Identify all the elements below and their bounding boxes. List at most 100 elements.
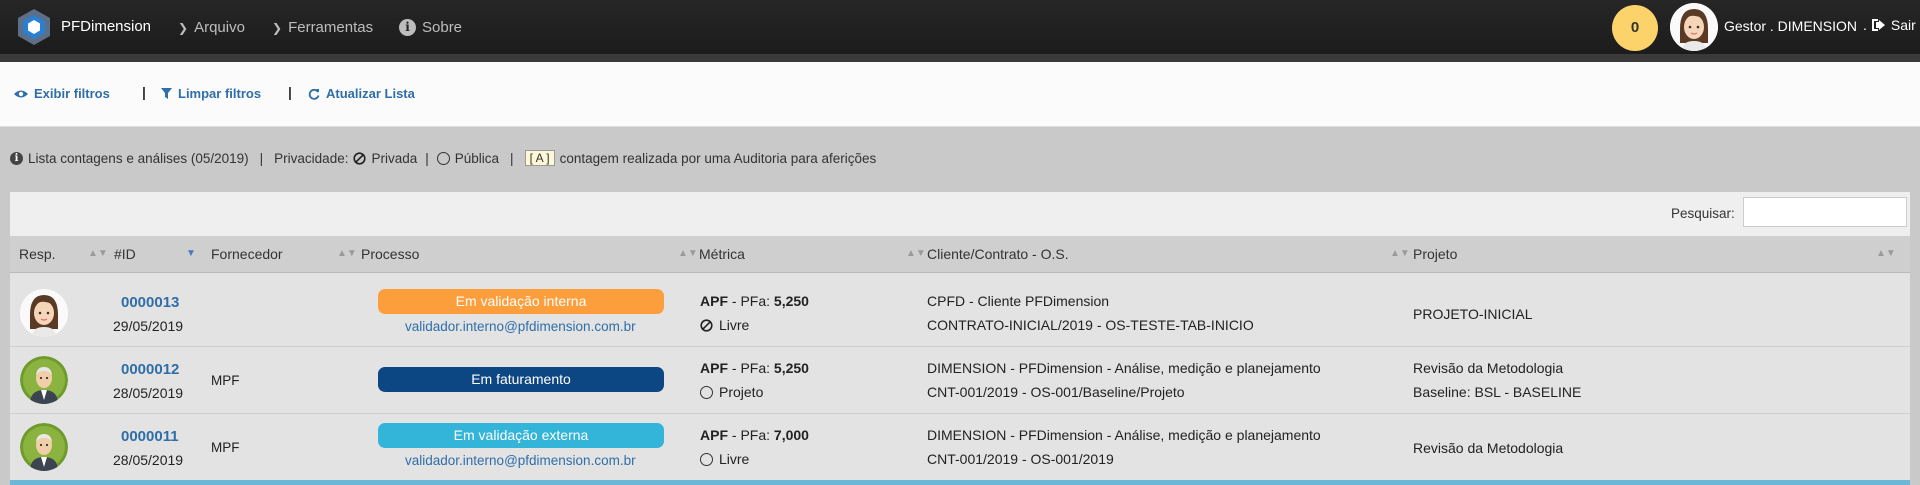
audit-badge: [ A ] [524, 150, 555, 166]
show-filters-label: Exibir filtros [34, 86, 110, 101]
col-cliente-contrato[interactable]: Cliente/Contrato - O.S. [927, 246, 1069, 262]
privacy-public: Pública [454, 150, 500, 166]
row-metric: APF - PFa: 7,000 [700, 427, 809, 443]
sign-out-icon [1871, 19, 1885, 31]
toolbar-separator: | [142, 84, 146, 100]
logout-button[interactable]: . Sair [1863, 17, 1916, 33]
row-metric: APF - PFa: 5,250 [700, 360, 809, 376]
col-projeto[interactable]: Projeto [1413, 246, 1457, 262]
menu-sobre-label: Sobre [422, 19, 463, 36]
sort-icon[interactable]: ▲▼ [906, 248, 926, 259]
search-label: Pesquisar: [1671, 206, 1735, 221]
menu-arquivo[interactable]: ❯ Arquivo [178, 19, 245, 36]
row-date: 28/05/2019 [113, 452, 184, 468]
menu-ferramentas-label: Ferramentas [288, 19, 374, 36]
validator-email[interactable]: validador.interno@pfdimension.com.br [405, 319, 636, 334]
status-badge[interactable]: Em validação interna [378, 289, 664, 314]
refresh-icon [308, 88, 320, 100]
sort-icon[interactable]: ▲▼ [678, 248, 698, 259]
row-id-link[interactable]: 0000011 [121, 428, 179, 445]
app-brand[interactable]: PFDimension [61, 18, 151, 35]
search-input[interactable] [1743, 197, 1907, 227]
row-contrato: CONTRATO-INICIAL/2019 - OS-TESTE-TAB-INI… [927, 317, 1254, 333]
row-privacy-label: Projeto [719, 384, 764, 400]
filter-icon [161, 88, 172, 99]
row-cliente: DIMENSION - PFDimension - Análise, mediç… [927, 360, 1321, 376]
row-projeto-baseline: Baseline: BSL - BASELINE [1413, 384, 1582, 400]
table-row[interactable]: 0000011 28/05/2019 MPF Em validação exte… [10, 414, 1910, 481]
filter-toolbar: Exibir filtros | Limpar filtros | Atuali… [0, 62, 1920, 127]
ban-icon [700, 318, 713, 332]
row-projeto: Revisão da Metodologia [1413, 360, 1564, 376]
search-row: Pesquisar: [10, 192, 1910, 236]
table-bottom-border [10, 480, 1910, 485]
chevron-down-icon: ❯ [178, 20, 189, 35]
col-fornecedor[interactable]: Fornecedor [211, 246, 283, 262]
row-projeto: Revisão da Metodologia [1413, 440, 1564, 456]
table-row[interactable]: 0000012 28/05/2019 MPF Em faturamento AP… [10, 347, 1910, 414]
top-navbar: PFDimension ❯ Arquivo ❯ Ferramentas i So… [0, 0, 1920, 54]
header-strip [0, 54, 1920, 62]
row-date: 29/05/2019 [113, 318, 184, 334]
menu-sobre[interactable]: i Sobre [399, 19, 462, 36]
col-processo[interactable]: Processo [361, 246, 419, 262]
validator-email[interactable]: validador.interno@pfdimension.com.br [405, 453, 636, 468]
logout-prefix: . [1863, 17, 1867, 33]
row-id-link[interactable]: 0000013 [121, 294, 179, 311]
counts-table-panel: Pesquisar: Resp. ▲▼ #ID ▼ Fornecedor ▲▼ … [10, 192, 1910, 485]
user-avatar[interactable] [1670, 3, 1718, 51]
logo-icon[interactable] [14, 7, 54, 47]
circle-icon [700, 452, 713, 466]
man-avatar-icon [20, 356, 68, 404]
ban-icon [353, 151, 367, 165]
audit-description: contagem realizada por uma Auditoria par… [559, 150, 877, 166]
menu-arquivo-label: Arquivo [194, 19, 245, 36]
status-badge[interactable]: Em validação externa [378, 423, 664, 448]
row-fornecedor: MPF [211, 440, 240, 455]
row-cliente: CPFD - Cliente PFDimension [927, 293, 1110, 309]
resp-avatar [20, 356, 68, 404]
resp-avatar [20, 289, 68, 337]
sort-icon[interactable]: ▲▼ [337, 248, 357, 259]
man-avatar-icon [20, 423, 68, 471]
show-filters-button[interactable]: Exibir filtros [14, 86, 110, 101]
col-id[interactable]: #ID [114, 246, 136, 262]
circle-icon [436, 151, 450, 165]
notification-badge[interactable]: 0 [1612, 5, 1658, 51]
privacy-private: Privada [371, 150, 418, 166]
col-metrica[interactable]: Métrica [699, 246, 745, 262]
row-id-link[interactable]: 0000012 [121, 361, 179, 378]
logout-label: Sair [1890, 17, 1916, 33]
refresh-list-button[interactable]: Atualizar Lista [308, 86, 415, 101]
refresh-list-label: Atualizar Lista [326, 86, 415, 101]
list-info-line: i Lista contagens e análises (05/2019) |… [10, 150, 876, 166]
info-separator: | [510, 150, 514, 166]
row-privacy-label: Livre [719, 317, 750, 333]
sort-desc-icon[interactable]: ▼ [186, 248, 196, 259]
col-resp[interactable]: Resp. [19, 246, 56, 262]
menu-ferramentas[interactable]: ❯ Ferramentas [272, 19, 373, 36]
resp-avatar [20, 423, 68, 471]
status-badge[interactable]: Em faturamento [378, 367, 664, 392]
row-privacy: Livre [700, 317, 749, 333]
toolbar-separator: | [288, 84, 292, 100]
clear-filters-button[interactable]: Limpar filtros [161, 86, 261, 101]
woman-avatar-icon [20, 289, 68, 337]
table-row[interactable]: 0000013 29/05/2019 Em validação interna … [10, 280, 1910, 347]
eye-icon [14, 90, 28, 97]
sort-icon[interactable]: ▲▼ [1876, 248, 1896, 259]
row-metric: APF - PFa: 5,250 [700, 293, 809, 309]
row-cliente: DIMENSION - PFDimension - Análise, mediç… [927, 427, 1321, 443]
sort-icon[interactable]: ▲▼ [1390, 248, 1410, 259]
sort-icon[interactable]: ▲▼ [88, 248, 108, 259]
circle-icon [700, 385, 713, 399]
user-name[interactable]: Gestor . DIMENSION [1724, 18, 1857, 34]
info-separator: | [259, 150, 264, 166]
clear-filters-label: Limpar filtros [178, 86, 262, 101]
chevron-down-icon: ❯ [272, 20, 283, 35]
info-separator: | [425, 150, 429, 166]
row-projeto: PROJETO-INICIAL [1413, 306, 1533, 322]
row-privacy: Livre [700, 451, 749, 467]
list-title: Lista contagens e análises (05/2019) [28, 150, 249, 166]
row-date: 28/05/2019 [113, 385, 184, 401]
